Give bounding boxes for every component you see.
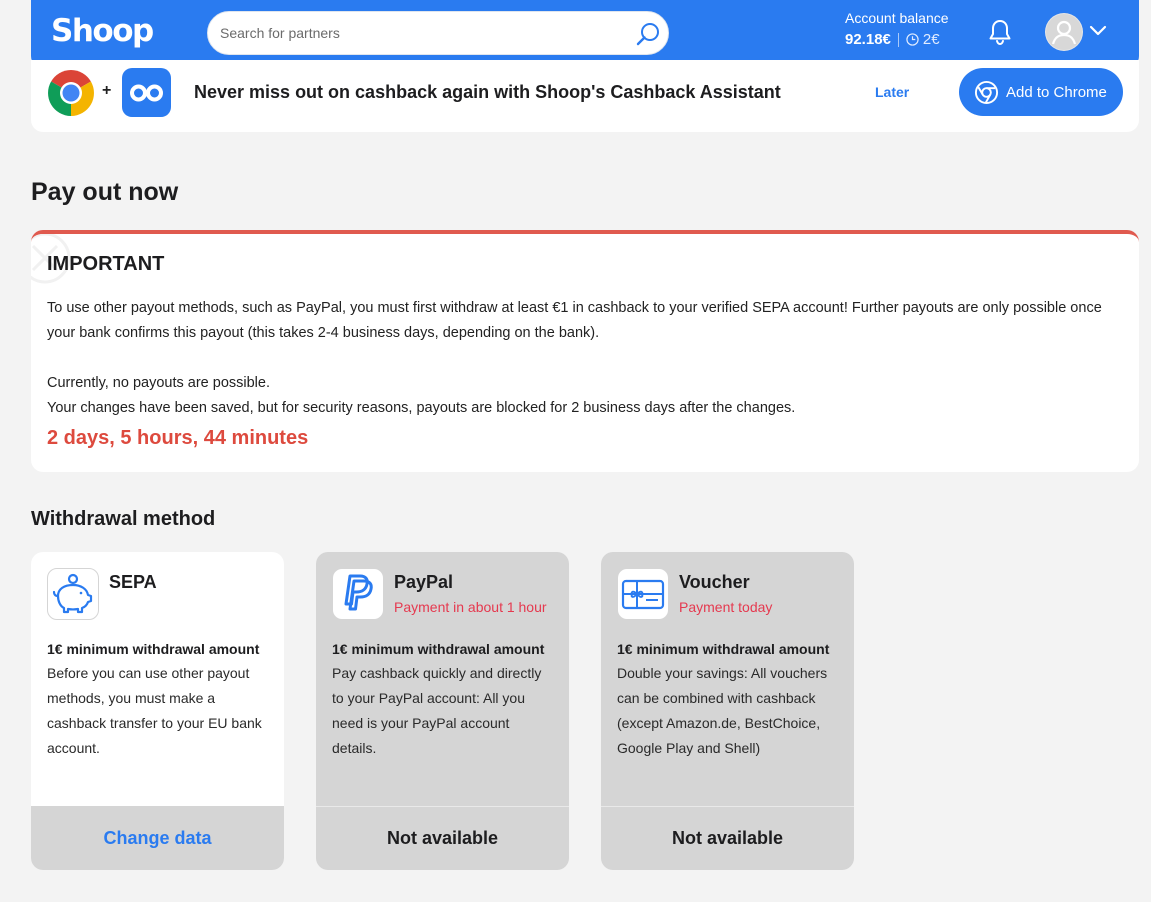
payout-countdown: 2 days, 5 hours, 44 minutes bbox=[47, 427, 309, 449]
top-header: Shoop Account balance 92.18€ 2€ bbox=[31, 0, 1139, 68]
method-description: Double your savings: All vouchers can be… bbox=[617, 665, 828, 756]
method-minimum: 1€ minimum withdrawal amount bbox=[47, 641, 260, 657]
chrome-extension-banner: + Never miss out on cashback again with … bbox=[31, 60, 1139, 132]
chrome-logo-icon bbox=[48, 70, 94, 116]
change-data-button[interactable]: Change data bbox=[31, 806, 284, 870]
method-card-sepa[interactable]: SEPA 1€ minimum withdrawal amount Before… bbox=[31, 552, 284, 870]
bell-icon[interactable] bbox=[987, 18, 1013, 46]
withdrawal-method-title: Withdrawal method bbox=[31, 508, 216, 530]
search-icon[interactable] bbox=[635, 21, 661, 47]
method-card-voucher: Voucher Payment today 1€ minimum withdra… bbox=[601, 552, 854, 870]
not-available-status: Not available bbox=[601, 806, 854, 870]
notice-title: IMPORTANT bbox=[47, 253, 165, 275]
method-minimum: 1€ minimum withdrawal amount bbox=[332, 641, 545, 657]
add-to-chrome-label: Add to Chrome bbox=[1006, 83, 1107, 101]
banner-message: Never miss out on cashback again with Sh… bbox=[194, 82, 781, 102]
not-available-status: Not available bbox=[316, 806, 569, 870]
method-name: SEPA bbox=[109, 572, 157, 592]
paypal-icon bbox=[332, 568, 384, 620]
add-to-chrome-button[interactable]: Add to Chrome bbox=[959, 68, 1123, 116]
notice-security-message: Your changes have been saved, but for se… bbox=[47, 400, 796, 416]
method-minimum: 1€ minimum withdrawal amount bbox=[617, 641, 830, 657]
clock-icon bbox=[906, 33, 919, 46]
important-notice: IMPORTANT To use other payout methods, s… bbox=[31, 230, 1139, 472]
method-name: PayPal bbox=[394, 572, 454, 592]
method-description: Before you can use other payout methods,… bbox=[47, 665, 262, 756]
method-payment-time: Payment in about 1 hour bbox=[394, 599, 547, 615]
chrome-icon bbox=[974, 80, 999, 104]
method-name: Voucher bbox=[679, 572, 750, 592]
balance-pending: 2€ bbox=[922, 31, 940, 48]
notice-paragraph: To use other payout methods, such as Pay… bbox=[47, 300, 1102, 341]
gift-card-icon bbox=[617, 568, 669, 620]
balance-divider bbox=[897, 32, 899, 47]
search-input[interactable] bbox=[220, 12, 620, 54]
balance-value: 92.18€ bbox=[845, 31, 891, 48]
method-description: Pay cashback quickly and directly to you… bbox=[332, 665, 542, 756]
plus-sign: + bbox=[102, 82, 112, 99]
shoop-logo[interactable]: Shoop bbox=[51, 13, 154, 49]
user-icon bbox=[1046, 14, 1082, 50]
balance-label: Account balance bbox=[845, 10, 949, 26]
account-balance[interactable]: Account balance 92.18€ 2€ bbox=[845, 10, 949, 48]
avatar[interactable] bbox=[1045, 13, 1083, 51]
method-payment-time: Payment today bbox=[679, 599, 773, 615]
method-card-paypal: PayPal Payment in about 1 hour 1€ minimu… bbox=[316, 552, 569, 870]
page-title: Pay out now bbox=[31, 178, 179, 206]
later-link[interactable]: Later bbox=[875, 84, 909, 100]
chevron-down-icon[interactable] bbox=[1089, 24, 1107, 38]
piggy-bank-icon bbox=[47, 568, 99, 620]
notice-status: Currently, no payouts are possible. bbox=[47, 375, 270, 391]
search-bar[interactable] bbox=[207, 11, 669, 55]
shoop-app-icon bbox=[122, 68, 171, 117]
